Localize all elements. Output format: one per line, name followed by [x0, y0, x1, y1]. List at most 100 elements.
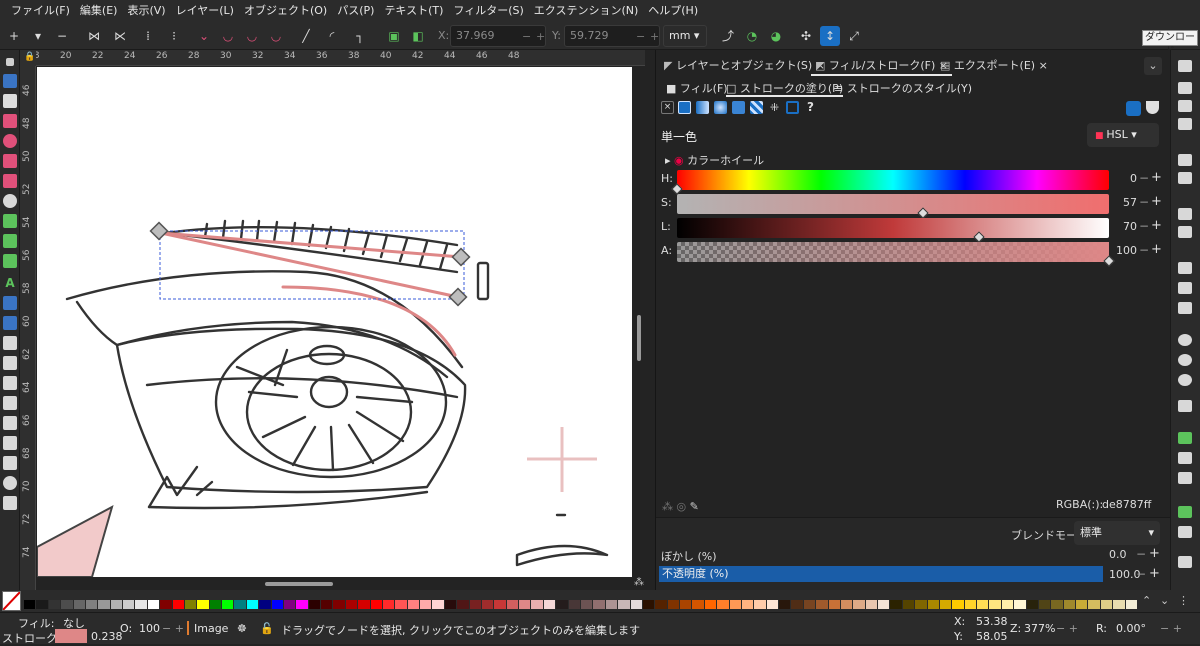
- fill-stroke-dialog-icon[interactable]: [1178, 506, 1192, 518]
- palette-swatch[interactable]: [24, 600, 36, 609]
- new-doc-icon[interactable]: [1178, 60, 1192, 72]
- unlink-clone-icon[interactable]: [1178, 452, 1192, 464]
- delete-segment-icon[interactable]: ⁝: [166, 28, 182, 44]
- plus-icon[interactable]: +: [1151, 218, 1162, 233]
- palette-swatch[interactable]: [890, 600, 902, 609]
- menu-item[interactable]: ファイル(F): [6, 0, 75, 22]
- plus-icon[interactable]: +: [1151, 194, 1162, 209]
- blur-minus-icon[interactable]: −: [1136, 547, 1146, 561]
- vertical-ruler[interactable]: 46 48 50 52 54 56 58 60 62 64 66 68 70 72 74: [20, 66, 36, 590]
- pattern-icon[interactable]: [750, 101, 763, 114]
- palette-swatch[interactable]: [358, 600, 370, 609]
- palette-swatch[interactable]: [184, 600, 197, 609]
- plus-icon[interactable]: +: [1151, 242, 1162, 257]
- slider-thumb[interactable]: [973, 231, 986, 243]
- rgba-value[interactable]: de8787ff: [1102, 498, 1151, 511]
- palette-swatch[interactable]: [878, 600, 890, 609]
- palette-swatch[interactable]: [246, 600, 259, 609]
- palette-swatch[interactable]: [1113, 600, 1125, 609]
- x-coord-field[interactable]: 37.969: [450, 25, 546, 47]
- palette-swatch[interactable]: [407, 600, 420, 609]
- tweak-tool-icon[interactable]: [3, 376, 17, 390]
- palette-swatch[interactable]: [147, 600, 160, 609]
- palette-swatch[interactable]: [853, 600, 865, 609]
- transform-handles-icon[interactable]: ✣: [798, 28, 814, 44]
- slider-thumb[interactable]: [917, 207, 929, 219]
- connector-tool-icon[interactable]: [3, 436, 17, 450]
- zoom-tool-icon[interactable]: [3, 476, 17, 490]
- delete-node-icon[interactable]: −: [54, 28, 70, 44]
- pencil-tool-icon[interactable]: [3, 214, 17, 228]
- tab-fill-stroke[interactable]: ◩ フィル/ストローク(F) ×: [811, 56, 953, 76]
- pen-tool-icon[interactable]: [3, 234, 17, 248]
- menu-item[interactable]: ヘルプ(H): [643, 0, 703, 22]
- palette-swatch[interactable]: [754, 600, 766, 609]
- palette-swatch[interactable]: [630, 600, 642, 609]
- preferences-icon[interactable]: [1178, 556, 1192, 568]
- palette-swatch[interactable]: [395, 600, 407, 609]
- subtab-fill[interactable]: ■ フィル(F): [666, 81, 728, 97]
- show-handles-icon[interactable]: ◔: [744, 28, 760, 44]
- opacity-stepper-icon[interactable]: − +: [162, 622, 184, 635]
- zoom-selection-icon[interactable]: [1178, 334, 1192, 346]
- tab-export[interactable]: ▤ エクスポート(E) ×: [940, 56, 1048, 76]
- no-color-swatch[interactable]: [2, 591, 21, 611]
- copy-icon[interactable]: [1178, 262, 1192, 274]
- slider-value[interactable]: 70: [1113, 220, 1137, 233]
- palette-swatch[interactable]: [1026, 600, 1038, 609]
- palette-swatch[interactable]: [605, 600, 618, 609]
- palette-swatch[interactable]: [1063, 600, 1076, 609]
- node-dropdown-icon[interactable]: ▾: [30, 28, 46, 44]
- close-icon[interactable]: ×: [1039, 59, 1048, 72]
- group-icon[interactable]: [1178, 472, 1192, 484]
- zoom-stepper-icon[interactable]: − +: [1056, 622, 1078, 635]
- redo-icon[interactable]: [1178, 226, 1192, 238]
- palette-swatch[interactable]: [717, 600, 729, 609]
- symmetric-node-icon[interactable]: ◡: [244, 28, 260, 44]
- slider-track[interactable]: [677, 242, 1115, 267]
- palette-swatch[interactable]: [123, 600, 135, 609]
- y-minus-icon[interactable]: −: [636, 30, 645, 43]
- palette-swatch[interactable]: [345, 600, 358, 609]
- object-to-path-icon[interactable]: ▣: [386, 28, 402, 44]
- artwork[interactable]: [37, 67, 632, 577]
- save-icon[interactable]: [1178, 100, 1192, 112]
- palette-swatch[interactable]: [581, 600, 593, 609]
- minus-icon[interactable]: −: [1139, 195, 1149, 209]
- opacity-minus-icon[interactable]: −: [1136, 567, 1146, 581]
- swatch-icon[interactable]: ⁜: [768, 101, 781, 114]
- spray-tool-icon[interactable]: [3, 396, 17, 410]
- palette-swatch[interactable]: [779, 600, 791, 609]
- opacity-track[interactable]: 不透明度 (%): [659, 566, 1103, 582]
- stroke-width-value[interactable]: 0.238: [91, 630, 123, 643]
- palette-swatch[interactable]: [1014, 600, 1026, 609]
- palette-swatch[interactable]: [135, 600, 147, 609]
- palette-swatch[interactable]: [543, 600, 556, 609]
- palette-swatch[interactable]: [506, 600, 519, 609]
- palette-swatch[interactable]: [952, 600, 964, 609]
- lock-icon[interactable]: 🔒: [24, 52, 35, 62]
- unlock-icon[interactable]: 🔓: [260, 622, 274, 635]
- clone-icon[interactable]: [1178, 432, 1192, 444]
- minus-icon[interactable]: −: [1139, 243, 1149, 257]
- palette-swatch[interactable]: [271, 600, 283, 609]
- path-outline-icon[interactable]: ⤢: [846, 28, 862, 44]
- palette-swatch[interactable]: [977, 600, 989, 609]
- palette-swatch[interactable]: [222, 600, 234, 609]
- export-icon[interactable]: [1178, 172, 1192, 184]
- text-tool-icon[interactable]: A: [3, 276, 17, 290]
- y-coord-field[interactable]: 59.729: [564, 25, 660, 47]
- add-node-icon[interactable]: +: [6, 28, 22, 44]
- rotation-stepper-icon[interactable]: − +: [1160, 622, 1182, 635]
- minus-icon[interactable]: −: [1139, 219, 1149, 233]
- slider-track[interactable]: [671, 170, 1109, 195]
- palette-swatch[interactable]: [61, 600, 73, 609]
- paint-bucket-icon[interactable]: [3, 356, 17, 370]
- y-plus-icon[interactable]: +: [650, 30, 659, 43]
- segment-curve-icon[interactable]: ◜: [324, 28, 340, 44]
- 3dbox-tool-icon[interactable]: [3, 174, 17, 188]
- palette-swatch[interactable]: [1100, 600, 1113, 609]
- rect-tool-icon[interactable]: [3, 114, 17, 128]
- blend-mode-select[interactable]: 標準 ▾: [1074, 521, 1160, 545]
- palette-swatch[interactable]: [469, 600, 481, 609]
